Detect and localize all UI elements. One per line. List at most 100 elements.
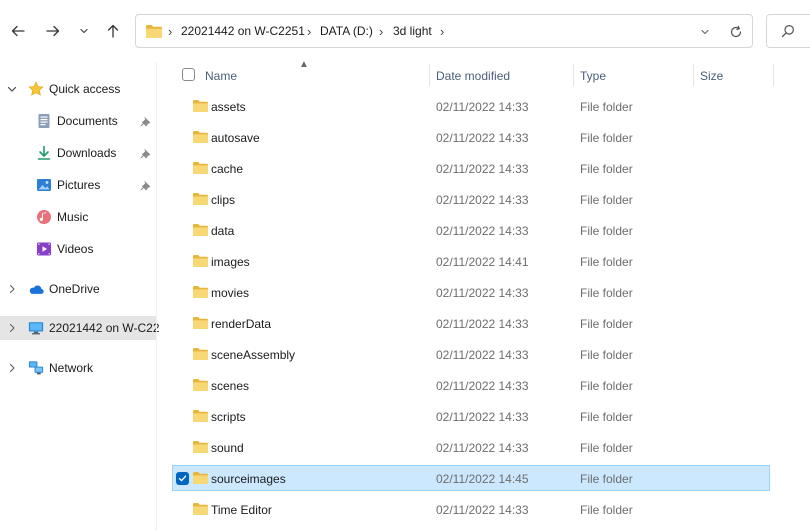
documents-icon	[36, 113, 52, 129]
breadcrumb-separator[interactable]: ›	[440, 24, 444, 39]
breadcrumb-separator[interactable]: ›	[168, 24, 172, 39]
breadcrumb-separator[interactable]: ›	[379, 24, 383, 39]
nav-item-music[interactable]: Music	[0, 205, 156, 229]
file-list: ▲ Name Date modified Type Size assets 02/…	[162, 59, 810, 531]
refresh-icon	[730, 25, 742, 38]
up-button[interactable]	[100, 18, 126, 44]
file-row-assets[interactable]: assets 02/11/2022 14:33 File folder	[172, 93, 770, 119]
breadcrumb-separator[interactable]: ›	[307, 24, 311, 39]
file-name: sound	[211, 441, 244, 455]
nav-item-label: Music	[57, 210, 89, 224]
refresh-button[interactable]	[726, 22, 746, 42]
file-row-data[interactable]: data 02/11/2022 14:33 File folder	[172, 217, 770, 243]
chevron-down-icon	[701, 29, 709, 35]
arrow-up-icon	[107, 24, 119, 38]
folder-icon	[192, 347, 209, 364]
file-name: sourceimages	[211, 472, 286, 486]
file-date-modified: 02/11/2022 14:33	[436, 503, 529, 517]
pin-icon[interactable]	[140, 179, 152, 191]
file-row-time-editor[interactable]: Time Editor 02/11/2022 14:33 File folder	[172, 496, 770, 522]
recent-locations-button[interactable]	[76, 18, 92, 44]
network-icon	[28, 360, 44, 376]
file-type: File folder	[580, 503, 633, 517]
nav-item-label: Downloads	[57, 146, 117, 160]
arrow-right-icon	[46, 25, 60, 37]
file-row-renderdata[interactable]: renderData 02/11/2022 14:33 File folder	[172, 310, 770, 336]
column-header-size[interactable]: Size	[700, 69, 723, 83]
address-bar[interactable]: › 22021442 on W-C2251 › DATA (D:) › 3d l…	[135, 14, 753, 48]
folder-icon	[192, 99, 209, 116]
file-row-sceneassembly[interactable]: sceneAssembly 02/11/2022 14:33 File folder	[172, 341, 770, 367]
folder-icon	[192, 378, 209, 395]
cloud-icon	[28, 281, 44, 297]
chevron-right-icon[interactable]	[6, 322, 18, 334]
breadcrumb-drive[interactable]: DATA (D:)	[320, 24, 373, 38]
pin-icon[interactable]	[140, 115, 152, 127]
file-row-autosave[interactable]: autosave 02/11/2022 14:33 File folder	[172, 124, 770, 150]
file-date-modified: 02/11/2022 14:33	[436, 441, 529, 455]
file-row-images[interactable]: images 02/11/2022 14:41 File folder	[172, 248, 770, 274]
column-divider[interactable]	[573, 64, 574, 86]
file-row-scenes[interactable]: scenes 02/11/2022 14:33 File folder	[172, 372, 770, 398]
file-name: autosave	[211, 131, 260, 145]
folder-icon	[192, 130, 209, 147]
file-date-modified: 02/11/2022 14:33	[436, 348, 529, 362]
file-type: File folder	[580, 348, 633, 362]
nav-item-label: 22021442 on W-C22	[49, 321, 160, 335]
chevron-down-icon[interactable]	[6, 83, 18, 95]
pin-icon[interactable]	[140, 147, 152, 159]
select-all-checkbox[interactable]	[182, 68, 195, 81]
folder-icon	[192, 409, 209, 426]
navigation-pane: Quick access Documents Downloads Picture…	[0, 62, 160, 531]
file-name: Time Editor	[211, 503, 272, 517]
address-history-button[interactable]	[696, 23, 714, 41]
pane-divider[interactable]	[156, 62, 157, 531]
forward-button[interactable]	[40, 18, 66, 44]
back-button[interactable]	[5, 18, 31, 44]
file-row-movies[interactable]: movies 02/11/2022 14:33 File folder	[172, 279, 770, 305]
row-checkbox[interactable]	[176, 472, 189, 485]
nav-item-quick-access[interactable]: Quick access	[0, 77, 156, 101]
nav-item-computer[interactable]: 22021442 on W-C22	[0, 316, 160, 340]
nav-item-network[interactable]: Network	[0, 356, 156, 380]
chevron-right-icon[interactable]	[6, 283, 18, 295]
file-date-modified: 02/11/2022 14:33	[436, 100, 529, 114]
videos-icon	[36, 241, 52, 257]
file-row-cache[interactable]: cache 02/11/2022 14:33 File folder	[172, 155, 770, 181]
breadcrumb-computer[interactable]: 22021442 on W-C2251	[181, 24, 305, 38]
file-type: File folder	[580, 100, 633, 114]
folder-icon	[192, 502, 209, 519]
folder-icon	[146, 25, 162, 38]
file-row-scripts[interactable]: scripts 02/11/2022 14:33 File folder	[172, 403, 770, 429]
column-divider[interactable]	[429, 64, 430, 86]
file-name: assets	[211, 100, 246, 114]
folder-icon	[192, 161, 209, 178]
file-type: File folder	[580, 410, 633, 424]
file-name: scenes	[211, 379, 250, 393]
nav-item-label: Pictures	[57, 178, 101, 192]
nav-item-pictures[interactable]: Pictures	[0, 173, 156, 197]
nav-item-onedrive[interactable]: OneDrive	[0, 277, 156, 301]
nav-item-downloads[interactable]: Downloads	[0, 141, 156, 165]
column-divider[interactable]	[773, 64, 774, 86]
nav-item-videos[interactable]: Videos	[0, 237, 156, 261]
column-header-date-modified[interactable]: Date modified	[436, 69, 510, 83]
column-header-name[interactable]: Name	[205, 69, 237, 83]
file-name: images	[211, 255, 250, 269]
nav-item-documents[interactable]: Documents	[0, 109, 156, 133]
folder-icon	[192, 285, 209, 302]
file-row-sourceimages[interactable]: sourceimages 02/11/2022 14:45 File folder	[172, 465, 770, 491]
nav-item-label: OneDrive	[49, 282, 100, 296]
chevron-right-icon[interactable]	[6, 362, 18, 374]
search-input[interactable]	[766, 14, 810, 48]
column-header-type[interactable]: Type	[580, 69, 606, 83]
star-icon	[28, 81, 44, 97]
file-date-modified: 02/11/2022 14:33	[436, 131, 529, 145]
column-divider[interactable]	[693, 64, 694, 86]
file-row-clips[interactable]: clips 02/11/2022 14:33 File folder	[172, 186, 770, 212]
file-type: File folder	[580, 441, 633, 455]
file-row-sound[interactable]: sound 02/11/2022 14:33 File folder	[172, 434, 770, 460]
breadcrumb-current-folder[interactable]: 3d light	[393, 24, 432, 38]
nav-item-label: Quick access	[49, 82, 121, 96]
file-name: scripts	[211, 410, 246, 424]
